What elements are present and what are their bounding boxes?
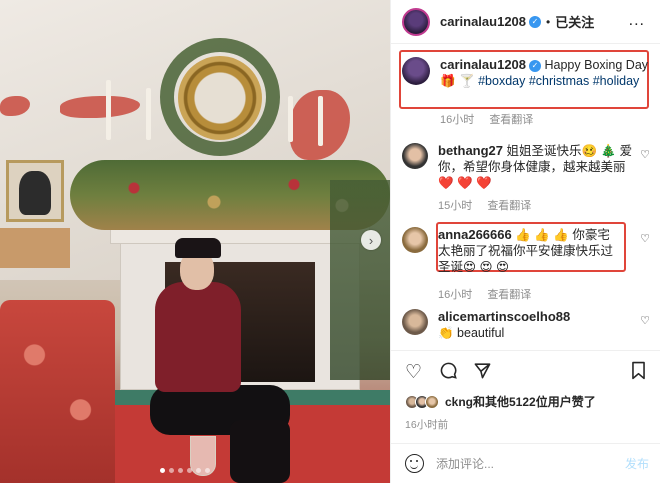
action-bar: ♡: [391, 350, 660, 390]
round-mirror: [178, 56, 262, 140]
more-options-icon[interactable]: ...: [629, 12, 645, 30]
post-photo[interactable]: ›: [0, 0, 390, 483]
avatar: [425, 394, 439, 409]
carousel-dot: [160, 468, 165, 473]
avatar[interactable]: [402, 143, 428, 169]
comment-username[interactable]: anna266666: [438, 227, 512, 242]
carousel-dot: [187, 468, 192, 473]
caption-username[interactable]: carinalau1208: [440, 57, 526, 72]
candle: [106, 80, 111, 140]
likes-summary[interactable]: ckng和其他5122位用户赞了: [405, 393, 596, 410]
comment-meta: 16小时 查看翻译: [438, 287, 622, 303]
comment-item: alicemartinscoelho88 👏 beautiful: [402, 309, 638, 341]
comment-icon[interactable]: [439, 361, 458, 386]
heart-icon[interactable]: ♡: [640, 314, 650, 327]
comment-time: 16小时: [438, 289, 473, 301]
separator-dot: •: [546, 14, 551, 29]
comment-username[interactable]: bethang27: [438, 143, 503, 158]
caption: carinalau1208 ✓ Happy Boxing Day 🎁 🍸 #box…: [402, 57, 650, 89]
candle: [146, 88, 151, 140]
header-username[interactable]: carinalau1208: [440, 14, 526, 29]
comment-bar: 发布: [391, 443, 660, 483]
person-boots: [230, 420, 290, 483]
comment-username[interactable]: alicemartinscoelho88: [438, 309, 570, 324]
avatar[interactable]: [402, 7, 430, 36]
caption-time: 16小时: [440, 114, 475, 126]
framed-photo: [6, 160, 64, 222]
avatar[interactable]: [402, 57, 430, 85]
side-table: [0, 228, 70, 268]
carousel-dots: [160, 468, 210, 473]
person-jacket: [155, 282, 241, 392]
share-icon[interactable]: [473, 361, 492, 386]
avatar[interactable]: [402, 227, 428, 253]
avatar[interactable]: [402, 309, 428, 335]
candle: [318, 96, 323, 146]
red-sofa: [0, 300, 115, 483]
bookmark-icon[interactable]: [630, 361, 647, 386]
post-button[interactable]: 发布: [625, 455, 649, 472]
following-button[interactable]: 已关注: [555, 12, 594, 31]
person-cap: [175, 238, 221, 258]
comment-text: 👏 beautiful: [438, 326, 505, 340]
carousel-dot: [196, 468, 201, 473]
likes-text[interactable]: ckng和其他5122位用户赞了: [445, 393, 596, 410]
carousel-dot: [205, 468, 210, 473]
translate-link[interactable]: 查看翻译: [489, 114, 533, 126]
carousel-dot: [169, 468, 174, 473]
verified-icon: ✓: [529, 15, 542, 28]
heart-icon[interactable]: ♡: [640, 148, 650, 161]
caption-hashtags[interactable]: #boxday #christmas #holiday: [478, 74, 639, 88]
caption-meta: 16小时 查看翻译: [440, 111, 545, 127]
emoji-icon[interactable]: [405, 454, 424, 473]
post-time: 16小时前: [405, 419, 449, 431]
comment-item: anna266666 👍 👍 👍 你豪宅太艳丽了祝福你平安健康快乐过圣诞😍 😍 …: [402, 227, 622, 303]
chevron-right-icon[interactable]: ›: [361, 230, 381, 250]
hanging-greenery: [330, 180, 390, 380]
translate-link[interactable]: 查看翻译: [487, 200, 531, 212]
heart-icon[interactable]: ♡: [405, 361, 422, 384]
comment-meta: 15小时 查看翻译: [438, 198, 638, 214]
comment-input[interactable]: [436, 456, 606, 471]
comment-time: 15小时: [438, 200, 473, 212]
carousel-dot: [178, 468, 183, 473]
post-details-panel: carinalau1208 ✓ • 已关注 ... carinalau1208 ✓…: [390, 0, 660, 483]
post-header: carinalau1208 ✓ • 已关注 ...: [391, 0, 660, 44]
translate-link[interactable]: 查看翻译: [487, 289, 531, 301]
comment-item: bethang27 姐姐圣诞快乐🥴 🎄 爱你，希望你身体健康，越来越美丽❤️ ❤…: [402, 143, 638, 214]
verified-icon: ✓: [529, 59, 542, 72]
candle: [288, 96, 293, 142]
heart-icon[interactable]: ♡: [640, 232, 650, 245]
